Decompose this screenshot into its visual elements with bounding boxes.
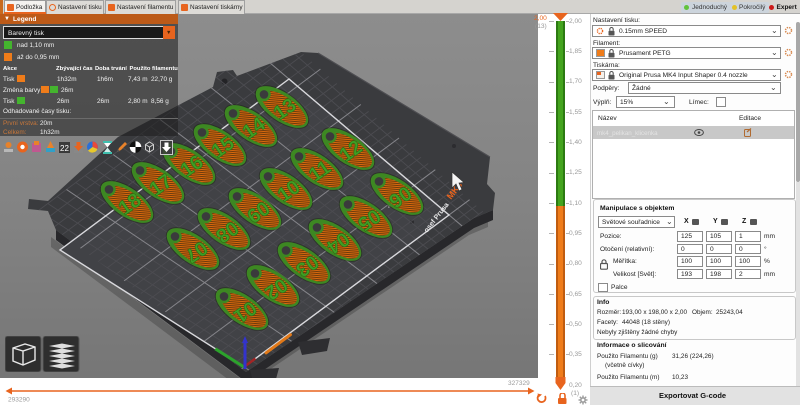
svg-text:327329: 327329 <box>508 380 530 387</box>
svg-text:22: 22 <box>60 144 69 153</box>
svg-text:293290: 293290 <box>8 397 30 404</box>
